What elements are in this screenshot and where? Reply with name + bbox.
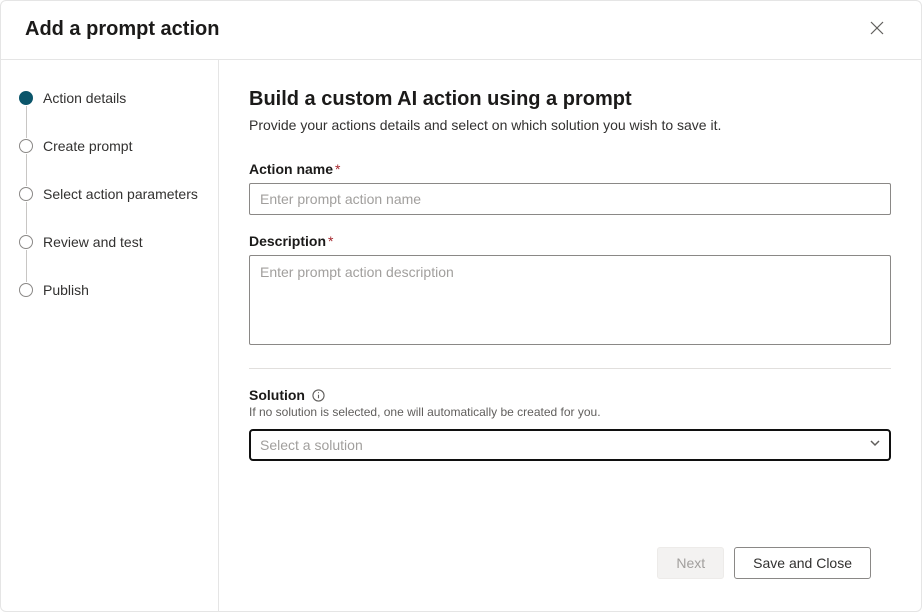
action-name-label: Action name* [249, 161, 891, 177]
next-button[interactable]: Next [657, 547, 724, 579]
section-divider [249, 368, 891, 369]
dialog-title: Add a prompt action [25, 18, 219, 41]
field-description: Description* [249, 233, 891, 350]
step-indicator-icon [19, 235, 33, 249]
page-title: Build a custom AI action using a prompt [249, 88, 891, 111]
step-label: Review and test [43, 234, 143, 250]
save-and-close-button[interactable]: Save and Close [734, 547, 871, 579]
solution-label: Solution [249, 387, 305, 403]
description-label: Description* [249, 233, 891, 249]
step-indicator-icon [19, 91, 33, 105]
description-input[interactable] [249, 255, 891, 345]
required-mark: * [335, 161, 340, 177]
required-mark: * [328, 233, 333, 249]
dialog-header: Add a prompt action [1, 1, 921, 60]
footer-actions: Next Save and Close [249, 535, 891, 595]
field-solution: Solution If no solution is selected, one… [249, 387, 891, 461]
step-label: Publish [43, 282, 89, 298]
step-indicator-icon [19, 283, 33, 297]
solution-helper-text: If no solution is selected, one will aut… [249, 405, 891, 419]
step-indicator-icon [19, 187, 33, 201]
step-action-details[interactable]: Action details [19, 90, 202, 138]
step-label: Action details [43, 90, 126, 106]
solution-select-input[interactable] [249, 429, 891, 461]
step-publish[interactable]: Publish [19, 282, 202, 298]
step-select-action-parameters[interactable]: Select action parameters [19, 186, 202, 234]
wizard-steps-list: Action details Create prompt Select acti… [19, 90, 202, 298]
field-action-name: Action name* [249, 161, 891, 215]
close-button[interactable] [861, 13, 893, 45]
step-label: Select action parameters [43, 186, 198, 202]
info-icon[interactable] [311, 388, 325, 402]
solution-select[interactable] [249, 429, 891, 461]
step-review-and-test[interactable]: Review and test [19, 234, 202, 282]
content-pane: Build a custom AI action using a prompt … [219, 60, 921, 611]
step-create-prompt[interactable]: Create prompt [19, 138, 202, 186]
step-label: Create prompt [43, 138, 132, 154]
close-icon [870, 21, 884, 38]
dialog-body: Action details Create prompt Select acti… [1, 60, 921, 611]
dialog: Add a prompt action Action details Creat… [0, 0, 922, 612]
wizard-steps-sidebar: Action details Create prompt Select acti… [1, 60, 219, 611]
page-subtitle: Provide your actions details and select … [249, 117, 891, 133]
step-indicator-icon [19, 139, 33, 153]
action-name-input[interactable] [249, 183, 891, 215]
